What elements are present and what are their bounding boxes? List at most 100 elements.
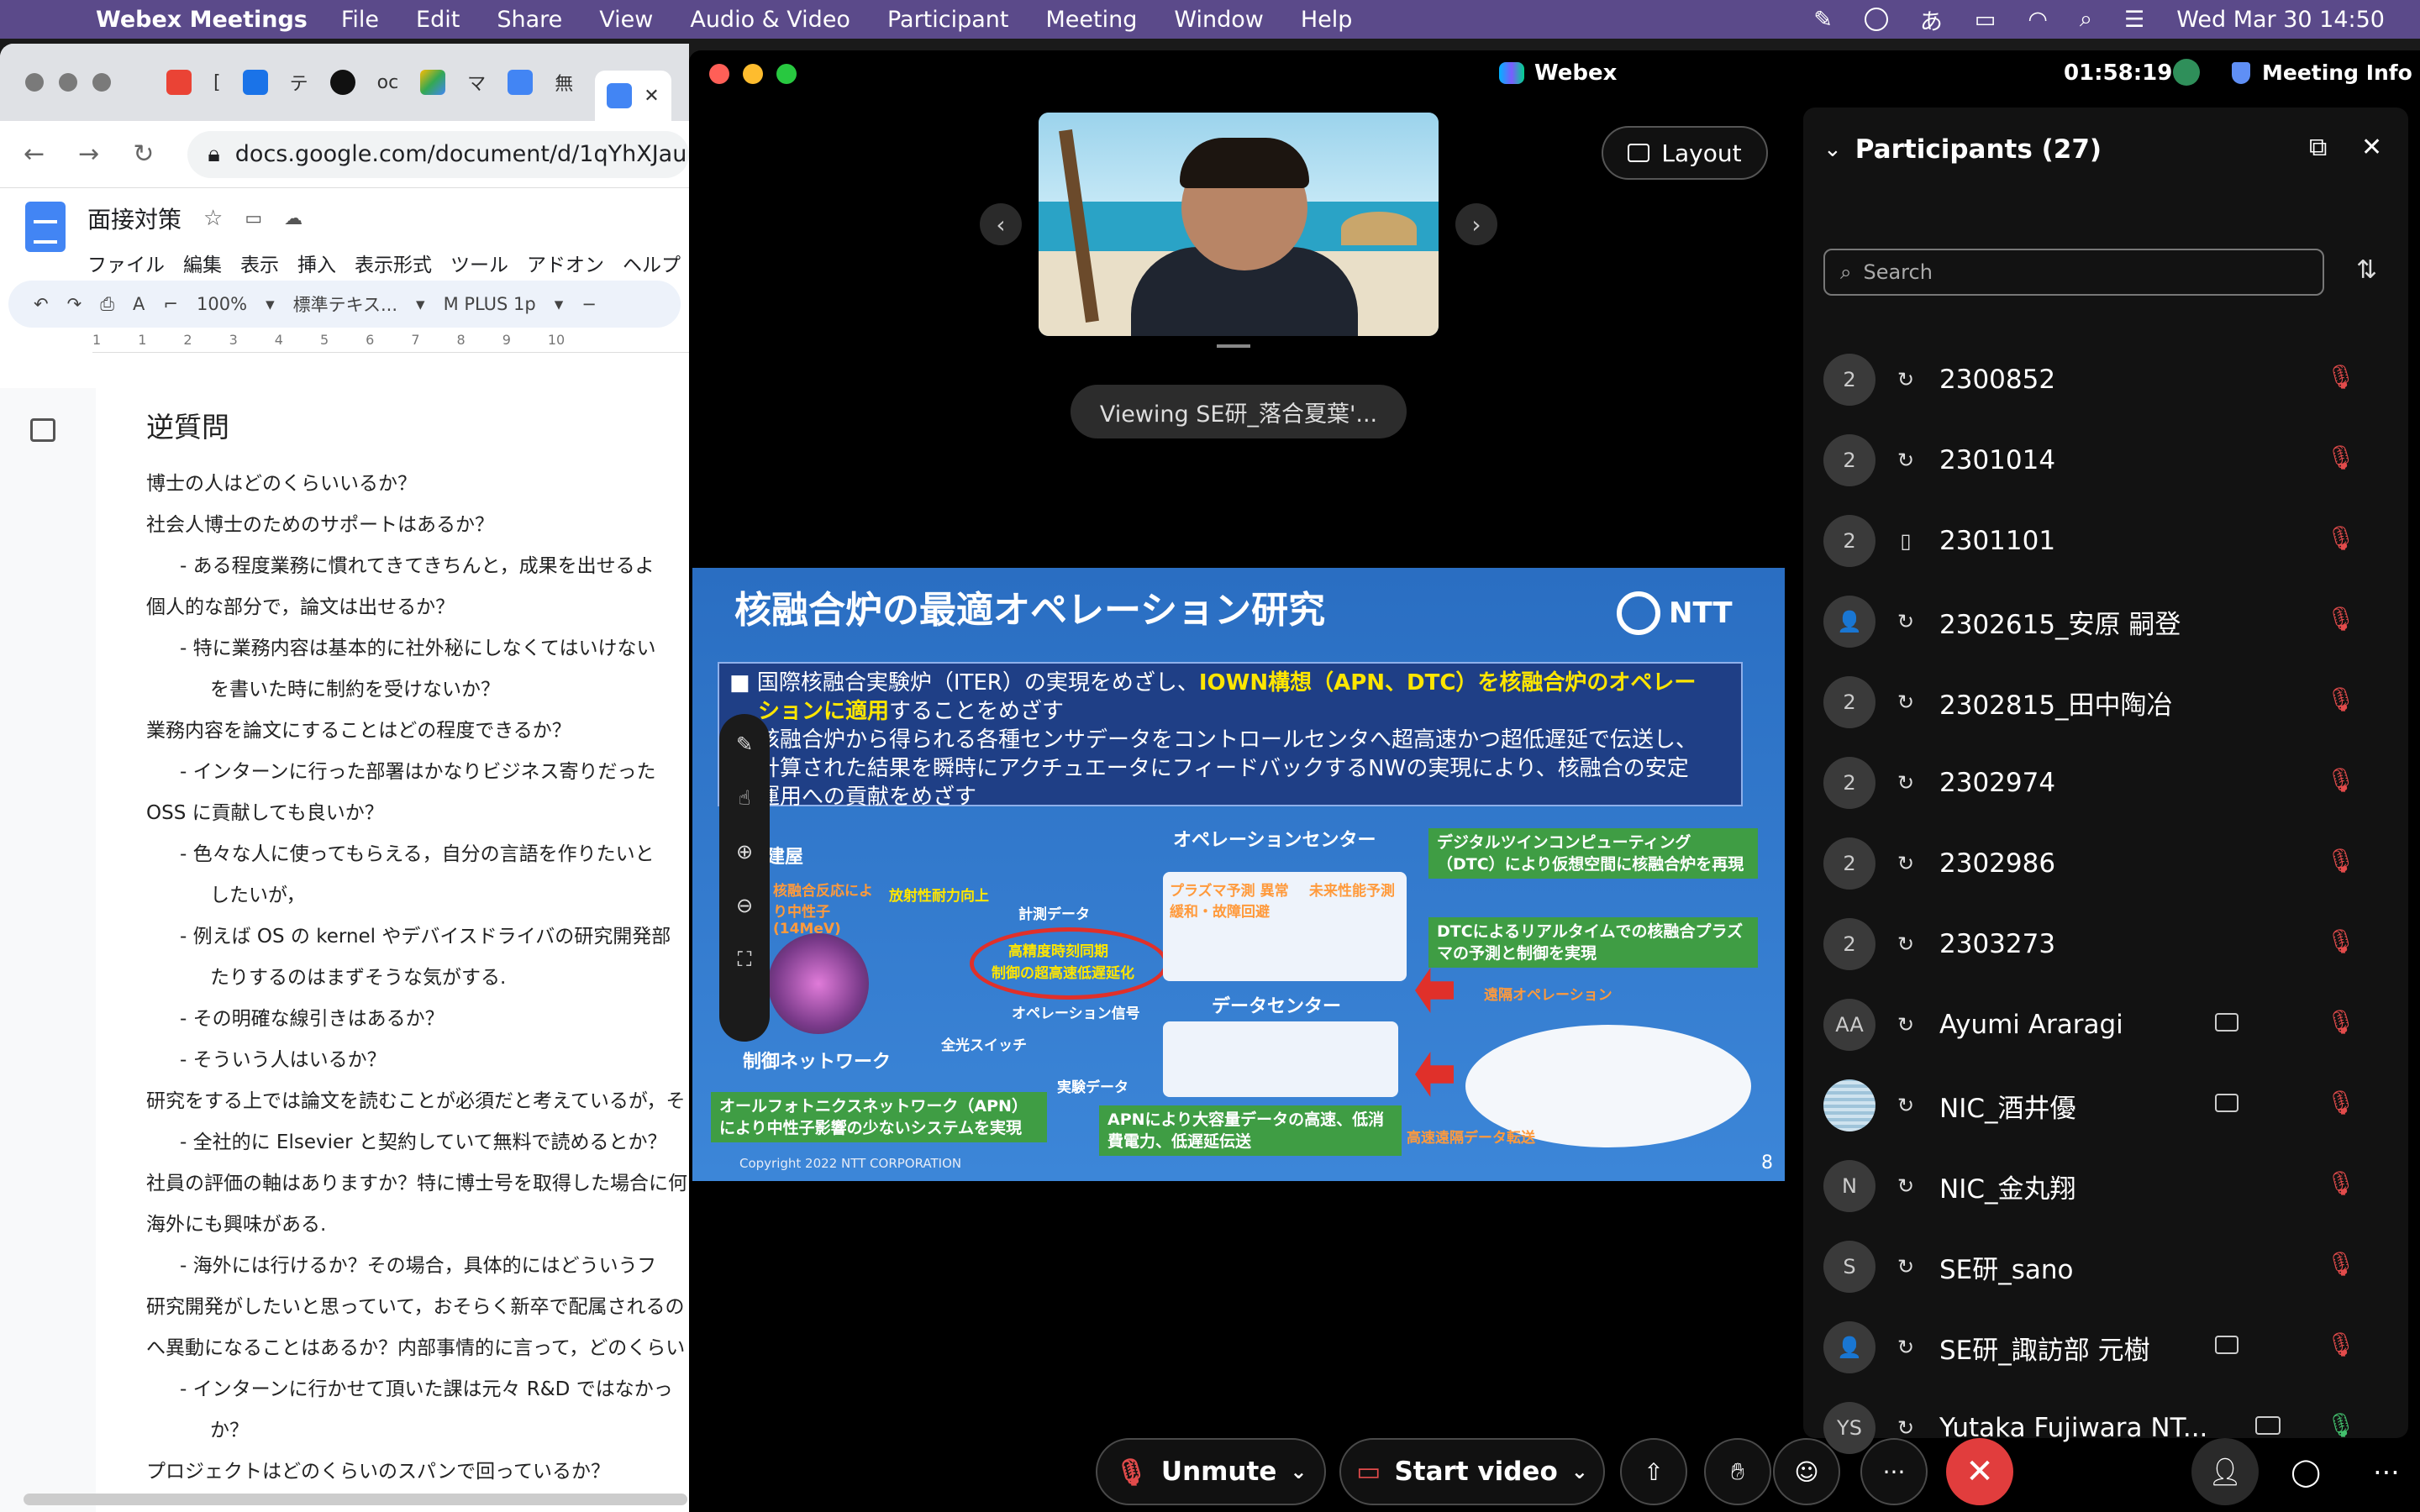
pointer-icon[interactable]: ☝ xyxy=(739,786,751,810)
more-options-button[interactable]: ··· xyxy=(1860,1438,1928,1505)
sort-icon[interactable]: ⇅ xyxy=(2356,255,2377,285)
menu-participant[interactable]: Participant xyxy=(887,7,1009,33)
user-icon[interactable] xyxy=(1864,8,1888,31)
input-method-icon[interactable]: あ xyxy=(1920,3,1943,36)
minimize-window-button[interactable] xyxy=(743,64,763,84)
horizontal-scrollbar[interactable] xyxy=(24,1494,687,1505)
collapse-chevron-icon[interactable]: ⌄ xyxy=(1823,137,1842,162)
zoom-select[interactable]: 100% xyxy=(197,294,247,314)
viewing-share-pill[interactable]: Viewing SE研_落合夏葉'... xyxy=(1071,385,1407,438)
participant-row[interactable]: 2 ▯ 2301101 🎙︎ xyxy=(1803,501,2408,581)
cloud-status-icon[interactable]: ☁ xyxy=(284,208,302,229)
menu-file[interactable]: File xyxy=(341,7,379,33)
search-icon[interactable]: ⌕ xyxy=(2080,6,2092,33)
network-health-icon[interactable] xyxy=(2173,59,2200,86)
participant-row[interactable]: 2 ↻ 2300852 🎙︎ xyxy=(1803,339,2408,420)
share-button[interactable]: ⇧ xyxy=(1620,1438,1687,1505)
resize-handle-icon[interactable] xyxy=(1217,344,1250,348)
docs-tab-icon[interactable] xyxy=(508,70,534,95)
tab-label[interactable]: 無 xyxy=(555,69,573,96)
forward-icon[interactable]: → xyxy=(78,139,99,169)
mic-off-icon[interactable]: 🎙︎ xyxy=(2326,605,2356,633)
chat-button[interactable]: ◯ xyxy=(2272,1438,2339,1505)
participant-row[interactable]: 2 ↻ 2302815_田中陶冶 🎙︎ xyxy=(1803,662,2408,743)
address-bar[interactable]: 🔒︎ docs.google.com/document/d/1qYhXJau xyxy=(187,130,689,178)
wifi-icon[interactable]: ◠ xyxy=(2028,7,2048,33)
docs-menu-file[interactable]: ファイル xyxy=(87,249,165,277)
more-panels-button[interactable]: ⋯ xyxy=(2353,1438,2420,1505)
control-center-icon[interactable]: ☰ xyxy=(2124,7,2144,33)
participant-row[interactable]: AA ↻ Ayumi Araragi 🎙︎ xyxy=(1803,984,2408,1065)
participant-row[interactable]: ↻ NIC_酒井優 🎙︎ xyxy=(1803,1065,2408,1146)
style-select[interactable]: 標準テキス... xyxy=(293,291,397,317)
active-tab[interactable]: ✕ xyxy=(595,71,671,121)
mic-off-icon[interactable]: 🎙︎ xyxy=(2326,444,2356,471)
docs-menu-edit[interactable]: 編集 xyxy=(183,249,222,277)
mic-off-icon[interactable]: 🎙︎ xyxy=(2326,766,2356,794)
menu-edit[interactable]: Edit xyxy=(416,7,460,33)
raise-hand-button[interactable]: ✋︎ xyxy=(1704,1438,1771,1505)
minimize-window-button[interactable] xyxy=(59,73,77,92)
participant-row[interactable]: 2 ↻ 2302986 🎙︎ xyxy=(1803,823,2408,904)
unmute-button[interactable]: 🎙︎ Unmute ⌄ xyxy=(1096,1438,1326,1505)
mic-off-icon[interactable]: 🎙︎ xyxy=(2326,524,2356,552)
chevron-down-icon[interactable]: ⌄ xyxy=(1290,1460,1307,1483)
participant-row[interactable]: 👤 ↻ SE研_諏訪部 元樹 🎙︎ xyxy=(1803,1307,2408,1388)
github-tab-icon[interactable] xyxy=(329,70,355,95)
spellcheck-icon[interactable]: A xyxy=(133,294,145,314)
participant-row[interactable]: 2 ↻ 2301014 🎙︎ xyxy=(1803,420,2408,501)
participant-row[interactable]: 👤 ↻ 2302615_安原 嗣登 🎙︎ xyxy=(1803,581,2408,662)
docs-logo-icon[interactable] xyxy=(25,202,66,252)
menu-audio-video[interactable]: Audio & Video xyxy=(690,7,850,33)
mic-off-icon[interactable]: 🎙︎ xyxy=(2326,1089,2356,1116)
doc-title[interactable]: 面接対策 xyxy=(87,202,182,235)
tab-favicon[interactable] xyxy=(242,70,268,95)
docs-menu-help[interactable]: ヘルプ xyxy=(623,249,681,277)
close-tab-icon[interactable]: ✕ xyxy=(644,86,659,107)
mic-off-icon[interactable]: 🎙︎ xyxy=(2326,927,2356,955)
start-video-button[interactable]: ▭ Start video ⌄ xyxy=(1339,1438,1605,1505)
close-window-button[interactable] xyxy=(25,73,44,92)
close-window-button[interactable] xyxy=(709,64,729,84)
zoom-window-button[interactable] xyxy=(776,64,797,84)
battery-icon[interactable]: ▭ xyxy=(1975,7,1996,33)
reload-icon[interactable]: ↻ xyxy=(133,139,154,169)
menu-meeting[interactable]: Meeting xyxy=(1046,7,1138,33)
zoom-in-icon[interactable]: ⊕ xyxy=(736,840,753,864)
move-folder-icon[interactable]: ▭ xyxy=(245,208,262,229)
tab-label[interactable]: [ xyxy=(213,72,221,93)
chevron-down-icon[interactable]: ⌄ xyxy=(1571,1460,1588,1483)
menu-share[interactable]: Share xyxy=(497,7,562,33)
docs-menu-format[interactable]: 表示形式 xyxy=(355,249,432,277)
tab-label[interactable]: テ xyxy=(290,69,308,96)
video-tile[interactable] xyxy=(1039,113,1439,336)
menu-help[interactable]: Help xyxy=(1301,7,1353,33)
zoom-out-icon[interactable]: ⊖ xyxy=(736,894,753,917)
zoom-window-button[interactable] xyxy=(92,73,111,92)
back-icon[interactable]: ← xyxy=(24,139,45,169)
gmail-tab-icon[interactable] xyxy=(166,70,192,95)
mic-off-icon[interactable]: 🎙︎ xyxy=(2326,1008,2356,1036)
mic-off-icon[interactable]: 🎙︎ xyxy=(2326,1331,2356,1358)
font-size-decrease-icon[interactable]: − xyxy=(581,294,597,314)
pen-icon[interactable]: ✎ xyxy=(736,732,753,756)
font-select[interactable]: M PLUS 1p xyxy=(444,294,536,314)
participants-toggle-button[interactable]: 👤︎ xyxy=(2191,1438,2259,1505)
participant-search-input[interactable]: ⌕ Search xyxy=(1823,249,2324,296)
document-outline-icon[interactable] xyxy=(30,418,55,442)
star-icon[interactable]: ☆ xyxy=(203,206,223,231)
mic-off-icon[interactable]: 🎙︎ xyxy=(2326,1169,2356,1197)
layout-button[interactable]: Layout xyxy=(1602,126,1768,180)
menu-view[interactable]: View xyxy=(599,7,653,33)
print-icon[interactable]: ⎙ xyxy=(100,294,114,315)
tab-label[interactable]: マ xyxy=(467,69,486,96)
fit-icon[interactable]: ⛶ xyxy=(738,948,752,971)
mic-off-icon[interactable]: 🎙︎ xyxy=(2326,847,2356,874)
docs-menu-view[interactable]: 表示 xyxy=(240,249,279,277)
popout-icon[interactable]: ⧉ xyxy=(2309,133,2327,162)
close-icon[interactable]: ✕ xyxy=(2361,133,2382,162)
paint-format-icon[interactable]: ⌐ xyxy=(163,294,178,314)
participant-row[interactable]: 2 ↻ 2302974 🎙︎ xyxy=(1803,743,2408,823)
tab-label[interactable]: oc xyxy=(377,72,399,93)
leave-meeting-button[interactable]: ✕ xyxy=(1946,1438,2013,1505)
